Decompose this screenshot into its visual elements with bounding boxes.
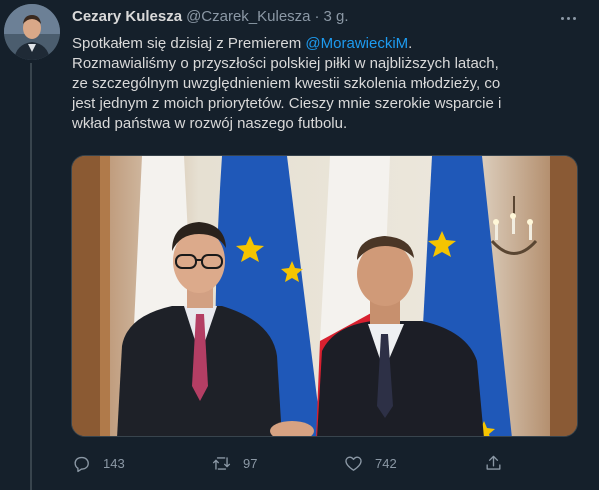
text-segment: .: [408, 35, 413, 52]
tweet-header: Cezary Kulesza @Czarek_Kulesza · 3 g.: [72, 8, 349, 28]
share-icon: [486, 455, 501, 470]
tweet[interactable]: Cezary Kulesza @Czarek_Kulesza · 3 g. Sp…: [0, 0, 599, 490]
text-line: wkład państwa w rozwój naszego futbolu.: [72, 115, 348, 132]
text-line: Rozmawialiśmy o przyszłości polskiej pił…: [72, 55, 499, 72]
text-line: Spotkałem się dzisiaj z Premierem @Moraw…: [72, 34, 582, 54]
author-name[interactable]: Cezary Kulesza: [72, 8, 182, 25]
mention-link[interactable]: @MorawieckiM: [305, 35, 408, 52]
tweet-photo[interactable]: [71, 155, 578, 437]
author-handle[interactable]: @Czarek_Kulesza: [186, 8, 310, 25]
more-icon[interactable]: [554, 8, 582, 28]
thread-line: [30, 63, 32, 490]
avatar[interactable]: [4, 4, 60, 60]
share-button[interactable]: [484, 448, 503, 478]
retweet-count: 97: [243, 455, 258, 471]
text-line: ze szczególnym uwzględnieniem kwestii sz…: [72, 75, 501, 92]
heart-icon: [345, 455, 362, 471]
tweet-actions: 143 97 742: [72, 448, 582, 478]
like-button[interactable]: 742: [344, 448, 397, 478]
reply-icon: [74, 456, 89, 472]
text-line: jest jednym z moich priorytetów. Cieszy …: [72, 95, 502, 112]
reply-button[interactable]: 143: [72, 448, 125, 478]
like-count: 742: [375, 455, 397, 471]
timestamp[interactable]: 3 g.: [324, 8, 349, 25]
retweet-icon: [212, 456, 231, 470]
separator-dot: ·: [314, 8, 320, 25]
text-segment: Spotkałem się dzisiaj z Premierem: [72, 35, 306, 52]
tweet-text: Spotkałem się dzisiaj z Premierem @Moraw…: [72, 34, 582, 134]
reply-count: 143: [103, 455, 125, 471]
retweet-button[interactable]: 97: [212, 448, 257, 478]
